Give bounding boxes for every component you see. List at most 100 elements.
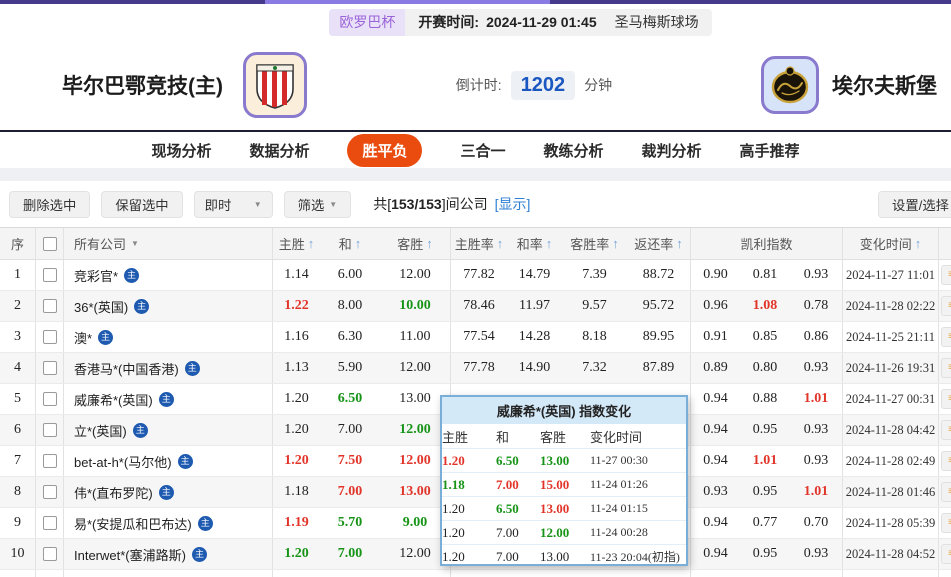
row-checkbox[interactable] — [43, 361, 57, 375]
row-checkbox-cell[interactable] — [35, 353, 63, 383]
settings-select-button[interactable]: 设置/选择 — [878, 191, 951, 218]
nav-tab-现场分析[interactable]: 现场分析 — [151, 140, 211, 161]
company-name[interactable]: 易*(安提瓜和巴布达)主 — [63, 508, 272, 538]
nav-tab-胜平负[interactable]: 胜平负 — [347, 134, 422, 167]
header-change-time[interactable]: 变化时间↑ — [842, 228, 938, 259]
odds-value[interactable]: 5.90 — [320, 353, 380, 383]
odds-value[interactable]: 1.19 — [272, 508, 320, 538]
odds-value[interactable]: 1.22 — [272, 291, 320, 321]
row-checkbox-cell[interactable] — [35, 384, 63, 414]
row-actions-cell[interactable]: ≡ — [938, 539, 951, 569]
row-actions-cell[interactable]: ≡ — [938, 291, 951, 321]
odds-value[interactable]: 7.50 — [320, 446, 380, 476]
header-company[interactable]: 所有公司▼ — [63, 228, 272, 259]
row-detail-icon[interactable]: ≡ — [941, 513, 951, 533]
header-select-all[interactable] — [35, 228, 63, 259]
odds-value[interactable]: 1.18 — [272, 477, 320, 507]
header-draw[interactable]: 和↑ — [320, 228, 380, 259]
odds-value[interactable]: 1.20 — [272, 384, 320, 414]
row-actions-cell[interactable]: ≡ — [938, 322, 951, 352]
company-name[interactable]: bet-at-h*(马尔他)主 — [63, 446, 272, 476]
odds-value[interactable]: 12.00 — [380, 260, 450, 290]
show-link[interactable]: [显示] — [495, 194, 531, 214]
odds-value[interactable]: 1.14 — [272, 260, 320, 290]
league-badge[interactable]: 欧罗巴杯 — [329, 9, 405, 36]
delete-selected-button[interactable]: 删除选中 — [9, 191, 90, 218]
row-detail-icon[interactable]: ≡ — [941, 544, 951, 564]
company-name[interactable]: 36*(英国)主 — [63, 291, 272, 321]
odds-value[interactable]: 6.30 — [320, 322, 380, 352]
odds-time-select[interactable]: 即时 ▼ — [194, 191, 273, 218]
row-checkbox[interactable] — [43, 330, 57, 344]
company-name[interactable]: 香港马*(中国香港)主 — [63, 353, 272, 383]
nav-tab-三合一[interactable]: 三合一 — [460, 140, 505, 161]
row-actions-cell[interactable]: ≡ — [938, 353, 951, 383]
odds-value[interactable]: 1.16 — [272, 322, 320, 352]
company-name[interactable]: 威廉希*(英国)主 — [63, 384, 272, 414]
row-checkbox[interactable] — [43, 423, 57, 437]
row-actions-cell[interactable]: ≡ — [938, 477, 951, 507]
company-name[interactable]: 澳*主 — [63, 322, 272, 352]
row-checkbox-cell[interactable] — [35, 508, 63, 538]
row-detail-icon[interactable]: ≡ — [941, 420, 951, 440]
row-checkbox-cell[interactable] — [35, 477, 63, 507]
row-detail-icon[interactable]: ≡ — [941, 296, 951, 316]
filter-button[interactable]: 筛选 ▼ — [284, 191, 352, 218]
header-draw-rate[interactable]: 和率↑ — [507, 228, 562, 259]
row-detail-icon[interactable]: ≡ — [941, 265, 951, 285]
odds-value[interactable]: 1.20 — [272, 446, 320, 476]
odds-value[interactable]: 1.20 — [272, 415, 320, 445]
odds-value[interactable]: 6.50 — [320, 384, 380, 414]
row-actions-cell[interactable]: ≡ — [938, 384, 951, 414]
company-name[interactable]: 竞彩官*主 — [63, 260, 272, 290]
row-checkbox[interactable] — [43, 547, 57, 561]
header-home-win[interactable]: 主胜↑ — [272, 228, 320, 259]
row-detail-icon[interactable]: ≡ — [941, 389, 951, 409]
odds-value[interactable]: 10.00 — [380, 291, 450, 321]
header-away-rate[interactable]: 客胜率↑ — [562, 228, 627, 259]
row-checkbox-cell[interactable] — [35, 415, 63, 445]
row-actions-cell[interactable]: ≡ — [938, 508, 951, 538]
row-actions-cell[interactable]: ≡ — [938, 446, 951, 476]
keep-selected-button[interactable]: 保留选中 — [101, 191, 182, 218]
odds-value[interactable]: 12.00 — [380, 353, 450, 383]
row-checkbox[interactable] — [43, 516, 57, 530]
company-name-label: 香港马*(中国香港) — [74, 359, 179, 378]
nav-tab-教练分析[interactable]: 教练分析 — [544, 140, 604, 161]
odds-value[interactable]: 7.00 — [320, 539, 380, 569]
row-checkbox-cell[interactable] — [35, 322, 63, 352]
odds-value[interactable]: 5.70 — [320, 508, 380, 538]
row-checkbox-cell[interactable] — [35, 539, 63, 569]
nav-tab-裁判分析[interactable]: 裁判分析 — [642, 140, 702, 161]
company-name[interactable]: 伟*(直布罗陀)主 — [63, 477, 272, 507]
row-checkbox[interactable] — [43, 268, 57, 282]
row-detail-icon[interactable]: ≡ — [941, 482, 951, 502]
company-name[interactable]: Interwet*(塞浦路斯)主 — [63, 539, 272, 569]
odds-value[interactable]: 6.00 — [320, 260, 380, 290]
row-checkbox-cell[interactable] — [35, 446, 63, 476]
row-checkbox[interactable] — [43, 392, 57, 406]
odds-value[interactable]: 7.00 — [320, 415, 380, 445]
nav-tab-数据分析[interactable]: 数据分析 — [249, 140, 309, 161]
select-all-checkbox[interactable] — [43, 237, 57, 251]
row-checkbox[interactable] — [43, 485, 57, 499]
nav-tab-高手推荐[interactable]: 高手推荐 — [740, 140, 800, 161]
header-away-win[interactable]: 客胜↑ — [380, 228, 450, 259]
row-checkbox[interactable] — [43, 454, 57, 468]
odds-value[interactable]: 8.00 — [320, 291, 380, 321]
row-actions-cell[interactable]: ≡ — [938, 415, 951, 445]
odds-value[interactable]: 11.00 — [380, 322, 450, 352]
company-name[interactable]: 立*(英国)主 — [63, 415, 272, 445]
header-return-rate[interactable]: 返还率↑ — [627, 228, 690, 259]
row-detail-icon[interactable]: ≡ — [941, 327, 951, 347]
row-actions-cell[interactable]: ≡ — [938, 260, 951, 290]
odds-value[interactable]: 7.00 — [320, 477, 380, 507]
row-detail-icon[interactable]: ≡ — [941, 358, 951, 378]
row-checkbox-cell[interactable] — [35, 260, 63, 290]
odds-value[interactable]: 1.20 — [272, 539, 320, 569]
odds-value[interactable]: 1.13 — [272, 353, 320, 383]
row-detail-icon[interactable]: ≡ — [941, 451, 951, 471]
header-home-rate[interactable]: 主胜率↑ — [450, 228, 507, 259]
row-checkbox[interactable] — [43, 299, 57, 313]
row-checkbox-cell[interactable] — [35, 291, 63, 321]
